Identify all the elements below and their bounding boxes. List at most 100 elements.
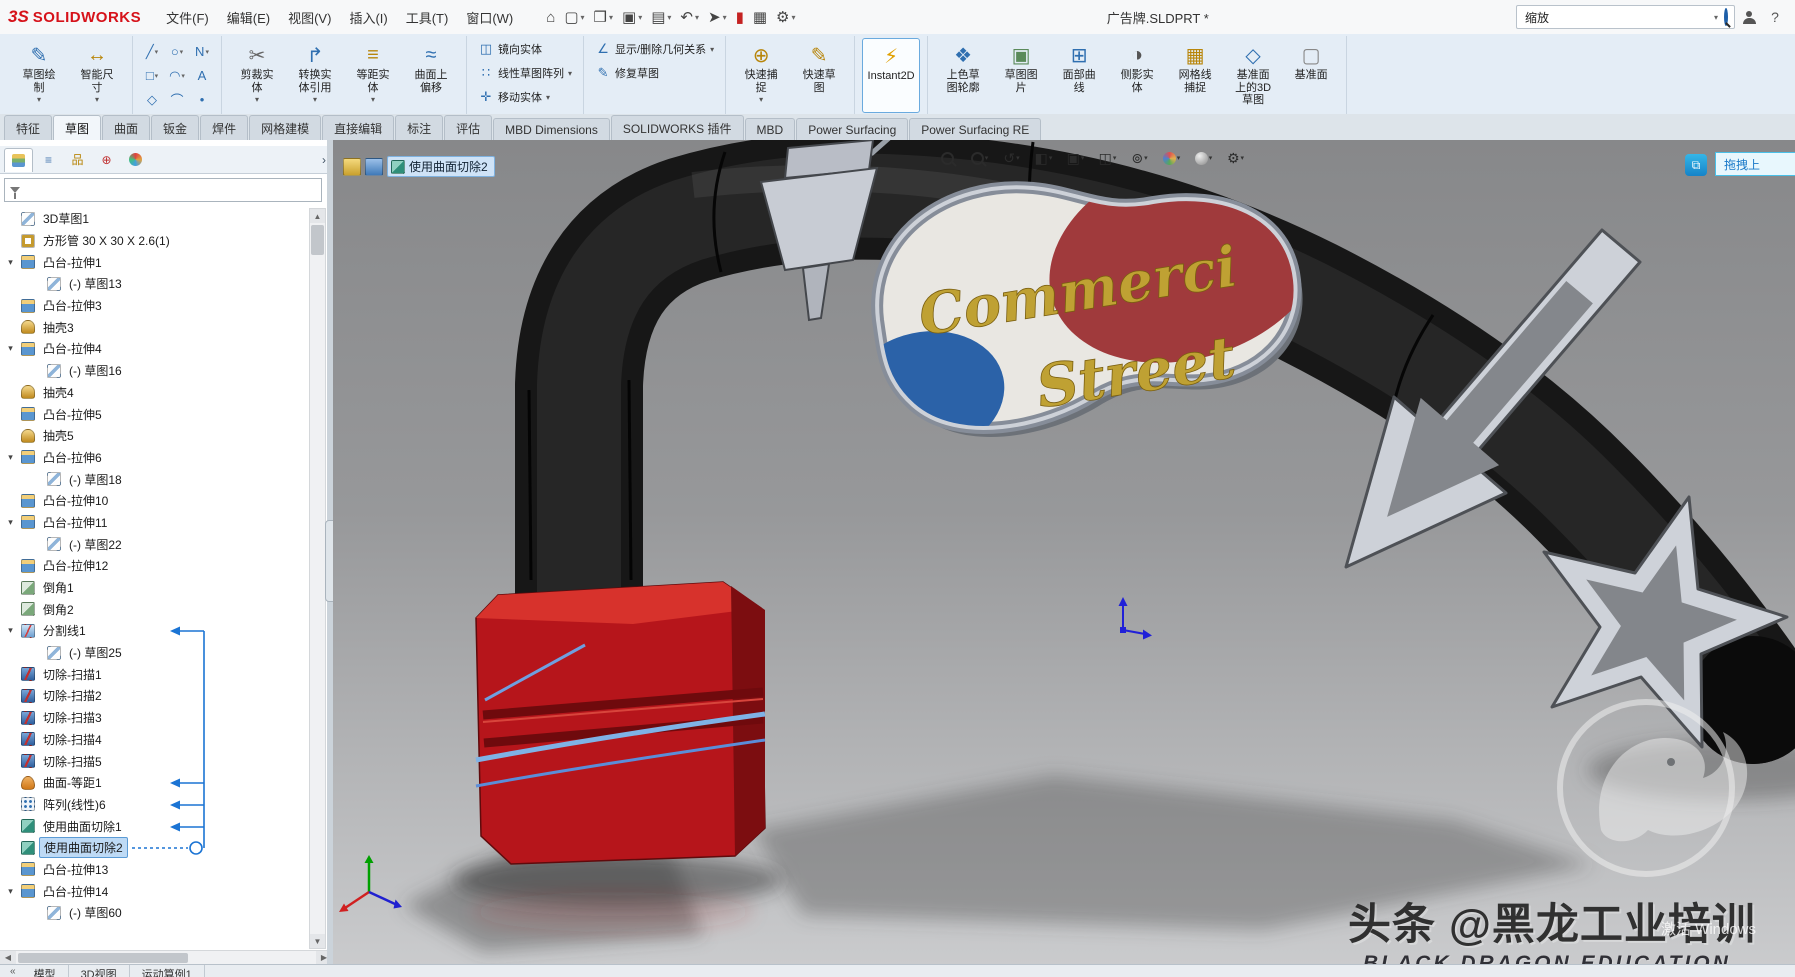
- circle-tool-button[interactable]: ○▾: [165, 40, 189, 63]
- tab-power-surfacing[interactable]: Power Surfacing: [796, 118, 908, 140]
- menu-tools[interactable]: 工具(T): [397, 4, 458, 31]
- view-orientation-button[interactable]: ▣▾: [1061, 146, 1090, 170]
- part-icon[interactable]: [343, 158, 361, 176]
- tab-features[interactable]: 特征: [4, 115, 52, 140]
- tree-item-boss-extrude-3[interactable]: 凸台-拉伸3: [0, 295, 310, 317]
- model-canvas[interactable]: Commerci Street: [333, 140, 1795, 965]
- hide-show-items-button[interactable]: ⊚▾: [1125, 146, 1154, 170]
- tab-direct-editing[interactable]: 直接编辑: [322, 115, 394, 140]
- edit-appearance-chevron-icon[interactable]: ▾: [1177, 154, 1181, 162]
- grid-snap-button[interactable]: ▦网格线捕捉: [1167, 38, 1223, 111]
- face-curves-button[interactable]: ⊞面部曲线: [1051, 38, 1107, 111]
- tree-item-sketch-25[interactable]: (-) 草图25: [0, 642, 310, 664]
- trim-entities-chevron-icon[interactable]: ▾: [255, 95, 259, 104]
- tab-mbd-dimensions[interactable]: MBD Dimensions: [493, 118, 610, 140]
- user-account-icon[interactable]: [1737, 5, 1761, 29]
- tree-item-boss-extrude-12[interactable]: 凸台-拉伸12: [0, 555, 310, 577]
- display-delete-relations-button[interactable]: ∠显示/删除几何关系▾: [591, 38, 718, 60]
- offset-entities-button[interactable]: ≡等距实体▾: [345, 38, 401, 111]
- save-button[interactable]: ▣▾: [618, 7, 646, 28]
- silhouette-entities-button[interactable]: ◑侧影实体: [1109, 38, 1165, 111]
- tree-item-cut-sweep-3[interactable]: 切除-扫描3: [0, 707, 310, 729]
- tree-item-cut-sweep-5[interactable]: 切除-扫描5: [0, 750, 310, 772]
- tree-item-cut-sweep-4[interactable]: 切除-扫描4: [0, 729, 310, 751]
- tree-item-boss-extrude-1[interactable]: ▾凸台-拉伸1: [0, 251, 310, 273]
- quick-snaps-button[interactable]: ⊕快速捕捉▾: [733, 38, 789, 111]
- home-button[interactable]: ⌂: [542, 7, 559, 28]
- tree-item-boss-extrude-11[interactable]: ▾凸台-拉伸11: [0, 512, 310, 534]
- tab-sketch[interactable]: 草图: [53, 115, 101, 140]
- status-tab-model[interactable]: 模型: [22, 965, 69, 977]
- tab-annotation[interactable]: 标注: [395, 115, 443, 140]
- polygon-tool-button[interactable]: ◇: [140, 88, 164, 111]
- status-tab-3d-views[interactable]: 3D视图: [69, 965, 130, 977]
- line-chevron-icon[interactable]: ▾: [155, 48, 159, 56]
- tree-item-shell-5[interactable]: 抽壳5: [0, 425, 310, 447]
- tree-item-sketch-18[interactable]: (-) 草图18: [0, 468, 310, 490]
- breadcrumb-selected-feature[interactable]: 使用曲面切除2: [387, 156, 495, 177]
- shaded-sketch-contours-button[interactable]: ❖上色草图轮廓: [935, 38, 991, 111]
- status-tab-motion-study-1[interactable]: 运动算例1: [130, 965, 205, 977]
- tab-surfaces[interactable]: 曲面: [102, 115, 150, 140]
- print-button[interactable]: ▤▾: [647, 7, 675, 28]
- tree-item-sketch-16[interactable]: (-) 草图16: [0, 360, 310, 382]
- edit-appearance-button[interactable]: ▾: [1157, 146, 1186, 170]
- tab-featuremanager-tree[interactable]: [4, 148, 33, 172]
- print-chevron-icon[interactable]: ▾: [667, 13, 671, 22]
- tab-mbd[interactable]: MBD: [745, 118, 796, 140]
- display-style-chevron-icon[interactable]: ▾: [1113, 154, 1117, 162]
- undo-button[interactable]: ↶▾: [676, 7, 703, 28]
- instant2d-button[interactable]: ⚡Instant2D: [862, 38, 920, 113]
- tree-item-cut-sweep-2[interactable]: 切除-扫描2: [0, 685, 310, 707]
- new-document-button[interactable]: ▢▾: [560, 7, 588, 28]
- tree-item-sketch-22[interactable]: (-) 草图22: [0, 533, 310, 555]
- scroll-left-arrow-icon[interactable]: ◀: [0, 951, 16, 965]
- tree-item-3d-sketch-1[interactable]: 3D草图1: [0, 208, 310, 230]
- arc-tool-button[interactable]: ◠▾: [165, 64, 189, 87]
- line-tool-button[interactable]: ╱▾: [140, 40, 164, 63]
- tree-item-cut-with-surface-1[interactable]: 使用曲面切除1: [0, 815, 310, 837]
- tab-evaluate[interactable]: 评估: [444, 115, 492, 140]
- tree-item-boss-extrude-13[interactable]: 凸台-拉伸13: [0, 859, 310, 881]
- solid-body-icon[interactable]: [365, 158, 383, 176]
- options-button[interactable]: ⚙▾: [772, 7, 799, 28]
- scroll-up-arrow-icon[interactable]: ▲: [310, 209, 325, 223]
- menu-file[interactable]: 文件(F): [157, 4, 218, 31]
- tree-item-sketch-60[interactable]: (-) 草图60: [0, 902, 310, 924]
- select-chevron-icon[interactable]: ▾: [723, 13, 727, 22]
- status-collapse-icon[interactable]: «: [4, 965, 22, 977]
- file-properties-button[interactable]: ▦: [749, 7, 771, 28]
- convert-entities-button[interactable]: ↱转换实体引用▾: [287, 38, 343, 111]
- tree-item-cut-with-surface-2[interactable]: 使用曲面切除2: [0, 837, 310, 859]
- sketch-chevron-icon[interactable]: ▾: [37, 95, 41, 104]
- tab-weldments[interactable]: 焊件: [200, 115, 248, 140]
- hide-show-items-chevron-icon[interactable]: ▾: [1144, 154, 1148, 162]
- corner-rectangle-tool-button[interactable]: □▾: [140, 64, 164, 87]
- open-document-button[interactable]: ❒▾: [590, 7, 617, 28]
- scroll-down-arrow-icon[interactable]: ▼: [310, 934, 325, 948]
- tree-vertical-scrollbar[interactable]: ▲ ▼: [309, 208, 326, 949]
- convert-entities-chevron-icon[interactable]: ▾: [313, 95, 317, 104]
- tab-mesh-modeling[interactable]: 网格建模: [249, 115, 321, 140]
- tree-item-cut-sweep-1[interactable]: 切除-扫描1: [0, 663, 310, 685]
- menu-edit[interactable]: 编辑(E): [218, 4, 279, 31]
- display-style-button[interactable]: ◫▾: [1093, 146, 1122, 170]
- tree-item-chamfer-2[interactable]: 倒角2: [0, 598, 310, 620]
- section-view-chevron-icon[interactable]: ▾: [1049, 154, 1053, 162]
- tab-dimxpertmanager[interactable]: ⊕: [93, 148, 120, 171]
- search-scope-chevron-icon[interactable]: ▾: [1714, 13, 1718, 22]
- expander-open-icon[interactable]: ▾: [4, 625, 17, 636]
- horizontal-scroll-thumb[interactable]: [18, 953, 188, 963]
- tree-item-chamfer-1[interactable]: 倒角1: [0, 577, 310, 599]
- tree-item-square-tube-profile[interactable]: 方形管 30 X 30 X 2.6(1): [0, 230, 310, 252]
- point-tool-button[interactable]: •: [190, 88, 214, 111]
- display-delete-relations-chevron-icon[interactable]: ▾: [710, 45, 714, 54]
- tab-power-surfacing-re[interactable]: Power Surfacing RE: [909, 118, 1041, 140]
- move-entities-chevron-icon[interactable]: ▾: [546, 93, 550, 102]
- tab-displaymanager[interactable]: [122, 148, 149, 171]
- tab-propertymanager[interactable]: ≡: [35, 148, 62, 171]
- offset-entities-chevron-icon[interactable]: ▾: [371, 95, 375, 104]
- arc-chevron-icon[interactable]: ▾: [181, 72, 185, 80]
- expander-open-icon[interactable]: ▾: [4, 517, 17, 528]
- tree-filter[interactable]: [4, 178, 322, 202]
